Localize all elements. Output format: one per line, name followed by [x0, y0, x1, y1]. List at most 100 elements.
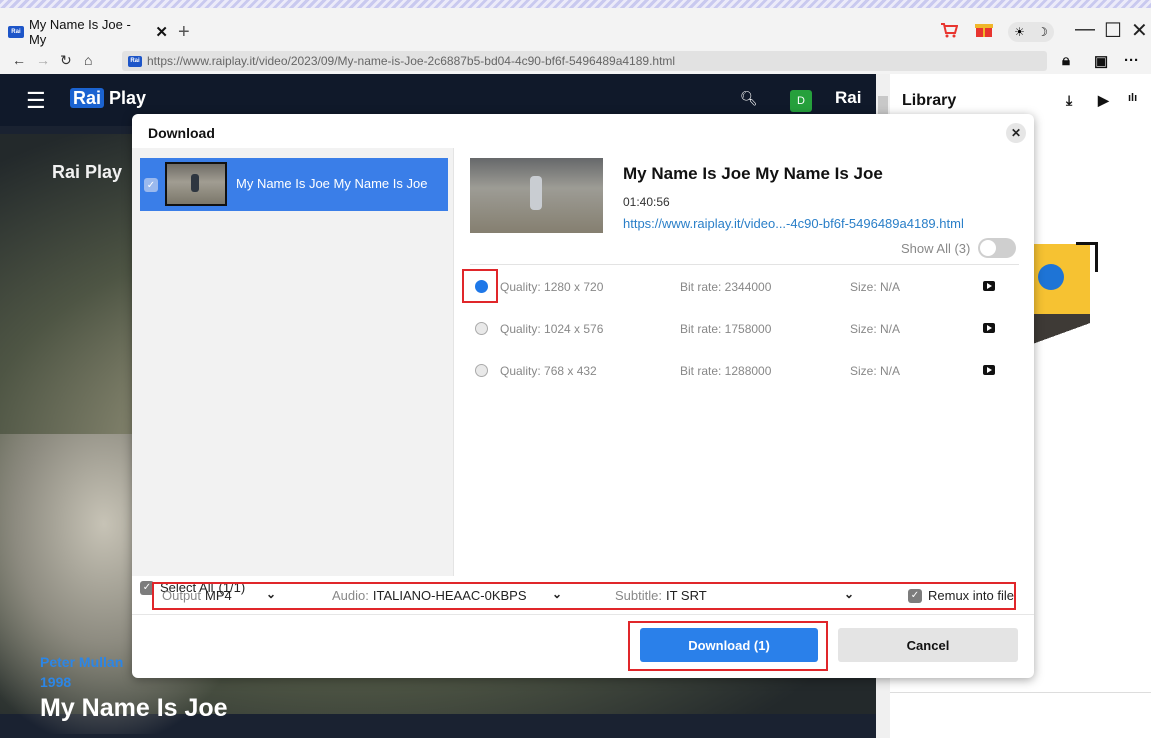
forward-icon[interactable]: →	[36, 52, 50, 68]
thumbnail-figure	[530, 176, 542, 210]
credits: Peter Mullan 1998	[40, 652, 123, 692]
chevron-down-icon[interactable]: ⌄	[844, 587, 854, 601]
bitrate-label: Bit rate: 1288000	[680, 364, 772, 378]
play-icon[interactable]	[983, 365, 995, 375]
rai-favicon-icon: Rai	[128, 55, 142, 67]
url-field[interactable]: Rai https://www.raiplay.it/video/2023/09…	[122, 51, 1047, 71]
list-item[interactable]: ✓ My Name Is Joe My Name Is Joe	[140, 158, 448, 211]
output-label: Output	[162, 588, 202, 603]
chevron-down-icon[interactable]: ⌄	[552, 587, 562, 601]
show-all-label: Show All (3)	[901, 240, 971, 256]
audio-icon[interactable]: ılı	[1128, 92, 1137, 104]
video-duration: 01:40:56	[623, 195, 670, 209]
subtitle-label: Subtitle:	[615, 588, 662, 603]
cancel-button[interactable]: Cancel	[838, 628, 1018, 662]
quality-label: Quality: 1024 x 576	[500, 322, 604, 336]
audio-select[interactable]: Audio: ITALIANO-HEAAC-0KBPS	[332, 588, 527, 603]
output-select[interactable]: Output MP4	[162, 588, 232, 603]
menu-icon[interactable]: ☰	[26, 88, 46, 114]
bitrate-label: Bit rate: 1758000	[680, 322, 772, 336]
logo-rai-text: Rai	[70, 88, 105, 108]
library-artwork-shadow	[1030, 314, 1090, 354]
library-bracket	[1076, 242, 1098, 272]
item-thumbnail	[165, 162, 227, 206]
remux-label: Remux into file	[928, 588, 1014, 603]
theme-toggle[interactable]: ☀ ☽	[1008, 22, 1054, 42]
new-tab-button[interactable]: +	[178, 22, 190, 42]
subtitle-value: IT SRT	[665, 588, 707, 603]
item-checkbox[interactable]: ✓	[144, 178, 158, 192]
minimize-icon[interactable]: —	[1075, 18, 1095, 41]
library-logo-icon	[1038, 264, 1064, 290]
moon-icon: ☽	[1037, 25, 1048, 39]
maximize-icon[interactable]: ☐	[1104, 18, 1122, 43]
dialog-title: Download	[148, 125, 215, 141]
search-icon[interactable]: 🔍︎	[740, 90, 758, 107]
quality-radio[interactable]	[475, 322, 488, 335]
quality-row[interactable]: Quality: 1280 x 720 Bit rate: 2344000 Si…	[470, 272, 1019, 302]
home-icon[interactable]: ⌂	[84, 52, 92, 68]
gift-icon[interactable]	[975, 20, 993, 38]
chevron-down-icon[interactable]: ⌄	[266, 587, 276, 601]
year: 1998	[40, 674, 72, 690]
library-title: Library	[902, 92, 957, 109]
cart-icon[interactable]	[940, 22, 958, 38]
rai-logo[interactable]: Rai	[835, 88, 861, 108]
rai-favicon-icon: Rai	[8, 26, 24, 38]
dialog-close-icon[interactable]: ✕	[1006, 123, 1026, 143]
sun-icon: ☀	[1014, 25, 1025, 39]
video-list: ✓ My Name Is Joe My Name Is Joe ✓ Select…	[132, 148, 454, 595]
browser-tab[interactable]: Rai My Name Is Joe - My ✕	[8, 16, 168, 48]
play-icon[interactable]	[983, 281, 995, 291]
divider	[470, 264, 1019, 265]
output-options-bar: Output MP4 ⌄ Audio: ITALIANO-HEAAC-0KBPS…	[152, 582, 1016, 610]
audio-value: ITALIANO-HEAAC-0KBPS	[372, 588, 527, 603]
video-details: My Name Is Joe My Name Is Joe 01:40:56 h…	[455, 148, 1034, 576]
quality-row[interactable]: Quality: 768 x 432 Bit rate: 1288000 Siz…	[470, 356, 1019, 386]
remux-checkbox[interactable]: ✓	[908, 588, 922, 603]
divider	[132, 614, 1034, 615]
raiplay-logo[interactable]: Rai Play	[70, 88, 146, 109]
video-thumbnail	[470, 158, 603, 233]
selection-highlight	[462, 269, 498, 303]
download-dialog: Download ✕ ✓ My Name Is Joe My Name Is J…	[132, 114, 1034, 678]
size-label: Size: N/A	[850, 364, 901, 378]
show-all[interactable]: Show All (3)	[901, 238, 1017, 258]
video-icon[interactable]: ▶	[1098, 92, 1109, 109]
address-bar-row: ← → ↻ ⌂ Rai https://www.raiplay.it/video…	[0, 48, 1151, 74]
audio-label: Audio:	[332, 588, 369, 603]
window-top-stripe	[0, 0, 1151, 8]
video-url[interactable]: https://www.raiplay.it/video...-4c90-bf6…	[623, 216, 964, 231]
output-value: MP4	[205, 588, 232, 603]
avatar[interactable]: D	[790, 90, 812, 112]
logo-play-text: Play	[109, 88, 147, 108]
subtitle-select[interactable]: Subtitle: IT SRT	[615, 588, 707, 603]
download-icon[interactable]: ⤓	[1066, 92, 1072, 109]
url-text: https://www.raiplay.it/video/2023/09/My-…	[147, 54, 676, 68]
quality-label: Quality: 768 x 432	[500, 364, 597, 378]
play-icon[interactable]	[983, 323, 995, 333]
back-icon[interactable]: ←	[12, 52, 26, 68]
video-title: My Name Is Joe My Name Is Joe	[623, 164, 883, 183]
bitrate-label: Bit rate: 2344000	[680, 280, 772, 294]
tab-close-icon[interactable]: ✕	[155, 23, 168, 41]
size-label: Size: N/A	[850, 322, 901, 336]
quality-radio[interactable]	[475, 364, 488, 377]
download-button[interactable]: Download (1)	[640, 628, 818, 662]
item-label: My Name Is Joe My Name Is Joe	[236, 176, 428, 191]
remux-option[interactable]: ✓ Remux into file	[908, 588, 1014, 603]
show-all-toggle[interactable]	[978, 238, 1017, 258]
size-label: Size: N/A	[850, 280, 901, 294]
tab-title: My Name Is Joe - My	[28, 17, 131, 47]
thumbnail-figure	[191, 174, 199, 192]
extension-icon[interactable]: ▣	[1094, 52, 1108, 70]
library-divider	[890, 692, 1151, 693]
reload-icon[interactable]: ↻	[60, 52, 72, 69]
watermark: Rai Play	[52, 162, 123, 182]
more-icon[interactable]: ···	[1124, 52, 1139, 69]
quality-row[interactable]: Quality: 1024 x 576 Bit rate: 1758000 Si…	[470, 314, 1019, 344]
tab-bar: Rai My Name Is Joe - My ✕ + ☀ ☽ — ☐ ✕	[0, 8, 1151, 48]
movie-title: My Name Is Joe	[40, 694, 228, 722]
close-window-icon[interactable]: ✕	[1131, 18, 1148, 43]
lock-icon[interactable]: 🔒︎	[1062, 52, 1070, 69]
